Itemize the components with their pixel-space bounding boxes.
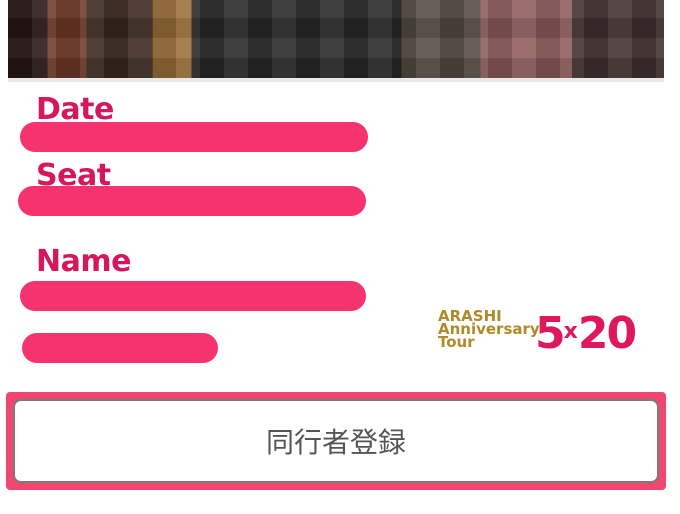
register-companion-button[interactable]: 同行者登録 [13, 399, 659, 483]
date-value-redacted [20, 122, 368, 152]
arashi-tour-logo: ARASHI Anniversary Tour 5x20 [438, 308, 648, 362]
extra-value-redacted [22, 333, 218, 363]
logo-number-x: x [563, 319, 578, 344]
name-label: Name [36, 244, 131, 279]
logo-number: 5x20 [535, 308, 637, 359]
register-button-frame: 同行者登録 [6, 392, 666, 490]
logo-number-right: 20 [577, 308, 637, 359]
logo-number-left: 5 [535, 308, 566, 359]
logo-text: ARASHI Anniversary Tour [438, 309, 540, 350]
ticket-header-image [8, 0, 664, 82]
name-value-redacted [20, 281, 366, 311]
seat-value-redacted [18, 186, 366, 216]
